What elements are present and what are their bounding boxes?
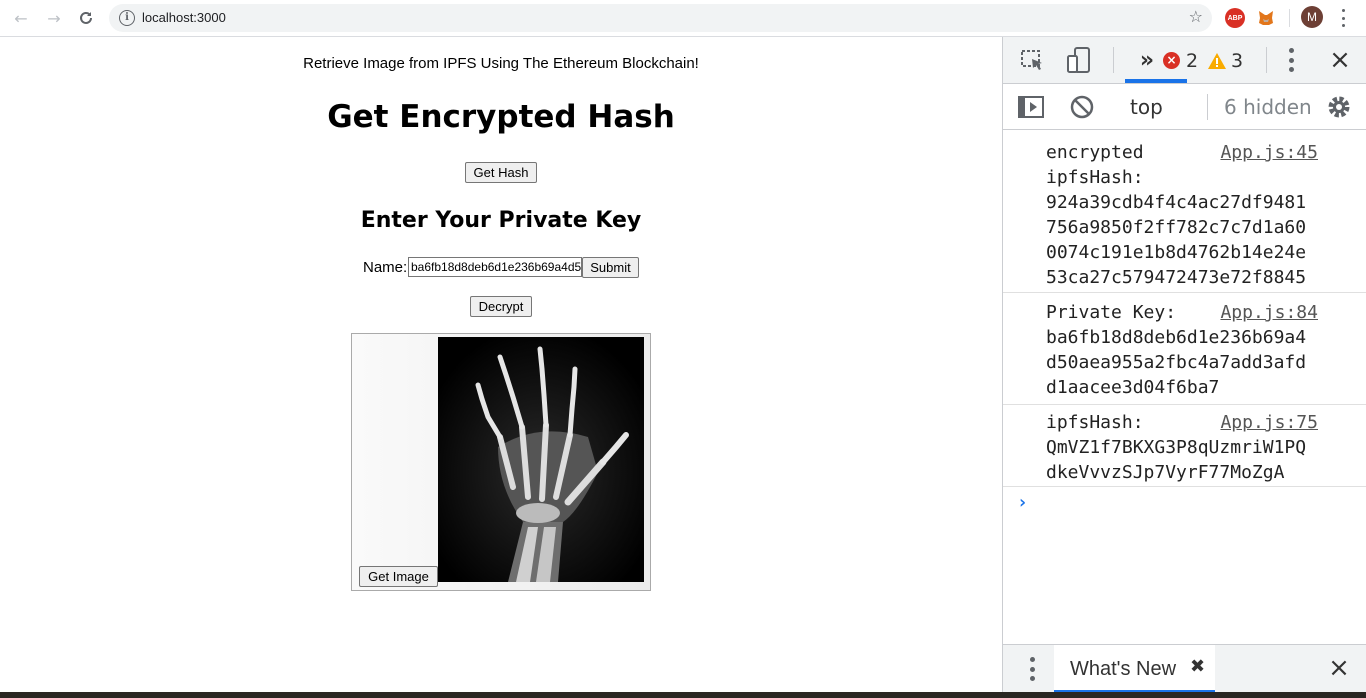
warning-count[interactable]: 3 [1231, 50, 1243, 72]
console-source-link[interactable]: App.js:75 [1220, 410, 1318, 435]
taskbar-edge [0, 692, 1366, 698]
browser-toolbar: ← → i localhost:3000 ☆ ABP M [0, 0, 1366, 37]
toolbar-separator [1113, 47, 1114, 73]
error-count[interactable]: 2 [1186, 50, 1198, 72]
forward-arrow-icon[interactable]: → [42, 7, 66, 29]
page-title: Get Encrypted Hash [327, 99, 675, 135]
toolbar-separator [1207, 94, 1208, 120]
error-icon[interactable]: × [1163, 52, 1180, 69]
warning-icon[interactable] [1206, 51, 1228, 71]
drawer-menu-icon[interactable] [1029, 657, 1035, 681]
adblock-label: ABP [1227, 14, 1243, 22]
devtools-menu-icon[interactable] [1288, 48, 1294, 72]
private-key-input[interactable]: ba6fb18d8deb6d1e236b69a4d50aea955a2fbc4a… [408, 257, 582, 277]
submit-button[interactable]: Submit [582, 257, 639, 278]
inspect-element-icon[interactable] [1019, 48, 1047, 74]
profile-avatar[interactable]: M [1301, 6, 1323, 28]
decrypt-button[interactable]: Decrypt [470, 296, 532, 317]
page-content: Retrieve Image from IPFS Using The Ether… [0, 37, 1002, 692]
name-label: Name: [363, 259, 408, 276]
tagline: Retrieve Image from IPFS Using The Ether… [303, 55, 699, 72]
section-heading: Enter Your Private Key [360, 208, 642, 233]
console-message: ipfsHash: QmVZ1f7BKXG3P8qUzmriW1PQ dkeVv… [1003, 405, 1366, 487]
hidden-messages-count[interactable]: 6 hidden [1224, 95, 1312, 119]
console-source-link[interactable]: App.js:45 [1220, 140, 1318, 165]
tab-whats-new[interactable]: What's New ✖ [1054, 645, 1215, 693]
get-hash-button[interactable]: Get Hash [465, 162, 537, 183]
url-text: localhost:3000 [142, 10, 226, 25]
back-arrow-icon[interactable]: ← [9, 7, 33, 29]
more-tabs-icon[interactable]: » [1135, 48, 1159, 73]
tab-whats-new-label: What's New [1070, 658, 1177, 680]
adblock-extension-icon[interactable]: ABP [1225, 8, 1245, 28]
active-tab-indicator [1125, 79, 1187, 83]
console-source-link[interactable]: App.js:84 [1220, 300, 1318, 325]
devtools-panel: » × 2 3 × top 6 hidden encrypted ipfsHas… [1002, 37, 1366, 693]
get-image-button[interactable]: Get Image [359, 566, 438, 587]
devtools-tabbar: » × 2 3 × [1003, 37, 1366, 84]
devtools-drawer: What's New ✖ × [1003, 644, 1366, 693]
info-icon[interactable]: i [119, 10, 135, 26]
context-selector[interactable]: top [1130, 95, 1163, 119]
console-message: encrypted ipfsHash: 924a39cdb4f4c4ac27df… [1003, 130, 1366, 293]
console-message: Private Key: ba6fb18d8deb6d1e236b69a4 d5… [1003, 293, 1366, 405]
close-tab-icon[interactable]: ✖ [1190, 656, 1205, 677]
console-prompt-icon[interactable]: › [1017, 492, 1028, 513]
console-toolbar: top 6 hidden [1003, 84, 1366, 130]
metamask-extension-icon[interactable] [1256, 8, 1276, 28]
address-bar[interactable]: i localhost:3000 ☆ [109, 4, 1212, 32]
browser-menu-icon[interactable] [1335, 9, 1351, 27]
device-toolbar-icon[interactable] [1065, 46, 1093, 74]
sidebar-toggle-icon[interactable] [1017, 94, 1045, 120]
close-devtools-icon[interactable]: × [1327, 45, 1353, 75]
bookmark-star-icon[interactable]: ☆ [1189, 7, 1203, 26]
xray-image [438, 337, 644, 582]
reload-icon[interactable] [74, 7, 98, 29]
clear-console-icon[interactable] [1069, 94, 1095, 120]
image-container: Get Image [351, 333, 651, 591]
toolbar-divider [1289, 9, 1290, 27]
close-drawer-icon[interactable]: × [1327, 653, 1351, 683]
toolbar-separator [1266, 47, 1267, 73]
settings-gear-icon[interactable] [1325, 93, 1353, 121]
